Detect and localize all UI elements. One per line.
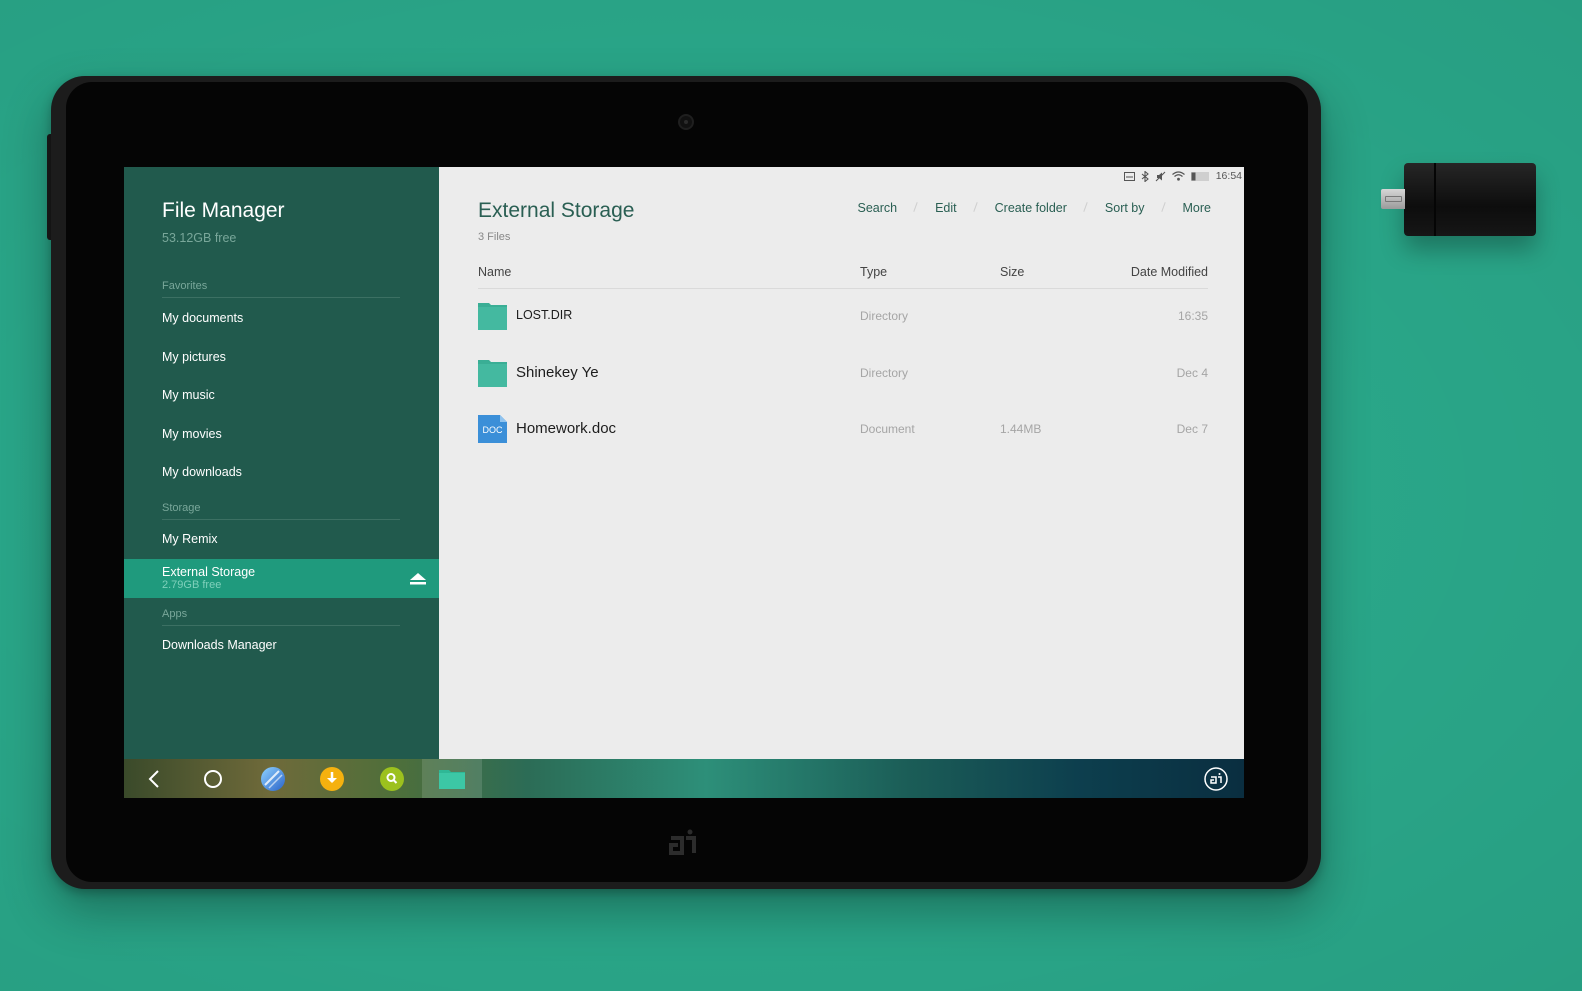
sidebar-item-my-music[interactable]: My music — [162, 388, 215, 402]
download-app-icon — [320, 766, 344, 791]
sidebar-title: File Manager — [162, 199, 285, 222]
browser-app-button[interactable] — [243, 759, 303, 798]
wifi-icon — [1171, 171, 1185, 181]
sidebar-item-my-remix[interactable]: My Remix — [162, 532, 218, 546]
sidebar-item-my-movies[interactable]: My movies — [162, 427, 222, 441]
section-apps: Apps — [162, 608, 400, 626]
remix-menu-button[interactable] — [1186, 759, 1244, 798]
status-time: 16:54 — [1215, 170, 1242, 182]
sidebar-item-label: External Storage — [162, 565, 256, 579]
file-size: 1.44MB — [1000, 422, 1042, 436]
sidebar-item-downloads-manager[interactable]: Downloads Manager — [162, 638, 277, 652]
file-type: Directory — [860, 309, 909, 323]
sort-by-button[interactable]: Sort by — [1105, 201, 1145, 215]
folder-icon — [478, 303, 507, 330]
file-date: Dec 7 — [1176, 422, 1208, 436]
sidebar: File Manager 53.12GB free Favorites My d… — [124, 167, 439, 759]
taskbar — [124, 759, 1244, 798]
bluetooth-icon — [1141, 170, 1149, 182]
file-count: 3 Files — [478, 231, 511, 243]
toolbar-divider — [1080, 208, 1092, 209]
home-icon — [204, 769, 222, 788]
sidebar-item-my-downloads[interactable]: My downloads — [162, 465, 242, 479]
front-camera — [678, 114, 694, 130]
search-app-icon — [380, 766, 404, 791]
page-title: External Storage — [478, 199, 635, 222]
column-header-date-modified[interactable]: Date Modified — [1131, 265, 1208, 279]
search-button[interactable]: Search — [857, 201, 897, 215]
file-date: 16:35 — [1177, 309, 1208, 323]
folder-icon — [478, 360, 507, 387]
table-row[interactable]: DOC Homework.doc Document 1.44MB Dec 7 — [478, 409, 1208, 449]
file-table-header: Name Type Size Date Modified — [478, 265, 1208, 289]
toolbar-divider — [1158, 208, 1170, 209]
file-manager-icon — [439, 769, 465, 789]
usb-dongle-seam — [1434, 163, 1436, 236]
section-storage: Storage — [162, 502, 400, 520]
create-folder-button[interactable]: Create folder — [995, 201, 1067, 215]
back-button[interactable] — [124, 759, 184, 798]
browser-icon — [261, 766, 285, 791]
status-bar: 16:54 — [1123, 169, 1242, 183]
sidebar-item-my-documents[interactable]: My documents — [162, 311, 243, 325]
usb-dongle — [1404, 163, 1536, 236]
column-header-type[interactable]: Type — [860, 265, 887, 279]
sidebar-item-external-storage[interactable]: External Storage 2.79GB free — [124, 559, 439, 598]
home-button[interactable] — [183, 759, 243, 798]
remix-brand-logo-icon — [669, 829, 696, 855]
remix-brand-logo — [668, 826, 698, 864]
column-header-size[interactable]: Size — [1000, 265, 1024, 279]
back-icon — [148, 769, 159, 788]
battery-icon — [1190, 171, 1209, 181]
edit-button[interactable]: Edit — [935, 201, 957, 215]
remix-logo-icon — [1204, 766, 1228, 791]
toolbar-divider — [970, 208, 982, 209]
file-type: Document — [860, 422, 915, 436]
file-name: Homework.doc — [516, 420, 617, 437]
eject-icon[interactable] — [410, 573, 426, 585]
sidebar-item-my-pictures[interactable]: My pictures — [162, 350, 226, 364]
file-name: LOST.DIR — [516, 308, 573, 322]
more-button[interactable]: More — [1183, 201, 1211, 215]
search-app-button[interactable] — [362, 759, 422, 798]
download-app-button[interactable] — [302, 759, 362, 798]
main-panel: 16:54 External Storage 3 Files Search Ed… — [439, 167, 1244, 759]
file-date: Dec 4 — [1176, 366, 1208, 380]
table-row[interactable]: Shinekey Ye Directory Dec 4 — [478, 353, 1208, 393]
toolbar-divider — [910, 208, 922, 209]
file-name: Shinekey Ye — [516, 364, 599, 381]
section-favorites: Favorites — [162, 280, 400, 298]
sidebar-free-space: 53.12GB free — [162, 231, 237, 245]
file-manager-app-button[interactable] — [422, 759, 482, 798]
doc-icon-label: DOC — [482, 425, 503, 435]
mute-icon — [1155, 171, 1166, 181]
usb-plug-slot — [1385, 196, 1402, 202]
table-row[interactable]: LOST.DIR Directory 16:35 — [478, 296, 1208, 336]
tablet-screen: File Manager 53.12GB free Favorites My d… — [124, 167, 1244, 798]
sidebar-item-free-space: 2.79GB free — [162, 579, 222, 591]
column-header-name[interactable]: Name — [478, 265, 511, 279]
toolbar: Search Edit Create folder Sort by More — [857, 201, 1211, 215]
file-type: Directory — [860, 366, 909, 380]
screen-icon — [1123, 171, 1135, 181]
